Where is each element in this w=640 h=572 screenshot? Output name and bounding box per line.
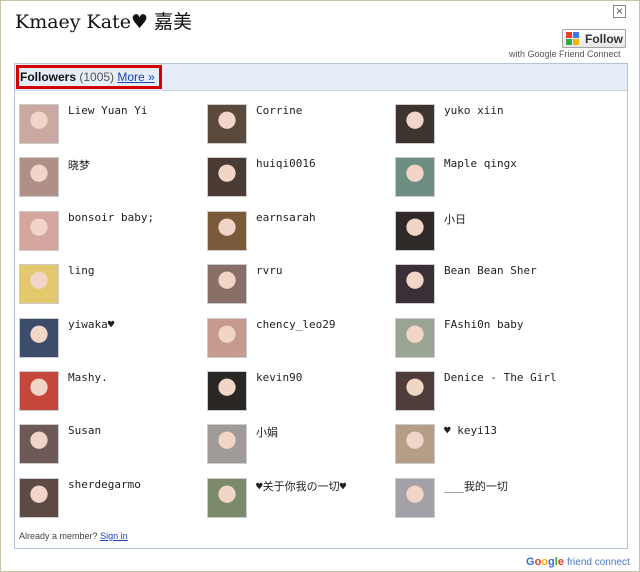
follower-item[interactable]: bonsoir baby; [19, 210, 199, 255]
follower-item[interactable]: FAshi0n baby [395, 317, 575, 362]
follower-item[interactable]: ♥ keyi13 [395, 424, 575, 468]
follower-avatar[interactable] [395, 371, 435, 411]
follower-name[interactable]: 小日 [444, 211, 466, 227]
follower-avatar[interactable] [395, 317, 435, 358]
with-gfc-text: with Google Friend Connect [509, 49, 621, 59]
follower-name[interactable]: sherdegarmo [68, 478, 141, 491]
follower-name[interactable]: ♥关于你我の一切♥ [256, 478, 346, 494]
follower-avatar[interactable] [19, 477, 59, 518]
follower-item[interactable]: ___我的一切 [395, 477, 575, 522]
follower-avatar[interactable] [395, 264, 435, 305]
follower-avatar[interactable] [207, 264, 247, 305]
follower-name[interactable]: Bean Bean Sher [444, 264, 537, 277]
page-title: Kmaey Kate♥ 嘉美 [15, 11, 193, 33]
follower-item[interactable]: yiwaka♥ [19, 317, 199, 362]
followers-count: (1005) [79, 70, 115, 84]
follower-avatar[interactable] [19, 317, 59, 358]
follower-name[interactable]: Susan [68, 424, 101, 437]
followers-title: Followers (1005) More » [20, 70, 155, 84]
google-letter: e [557, 556, 564, 568]
follower-item[interactable]: 晓梦 [19, 157, 199, 201]
already-member: Already a member? Sign in [19, 531, 128, 541]
follower-name[interactable]: yiwaka♥ [68, 318, 114, 331]
follower-avatar[interactable] [207, 210, 247, 251]
follower-item[interactable]: ling [19, 264, 199, 308]
gadget-frame: Kmaey Kate♥ 嘉美 × Follow with Google Frie… [0, 0, 640, 572]
follower-name[interactable]: FAshi0n baby [444, 318, 523, 331]
follower-name[interactable]: rvru [256, 264, 283, 277]
followers-panel: Followers (1005) More » Liew Yuan Yi Corr… [14, 63, 628, 549]
follower-avatar[interactable] [19, 104, 59, 144]
follower-name[interactable]: ___我的一切 [444, 478, 508, 494]
google-logo: Google [526, 556, 564, 568]
follower-avatar[interactable] [19, 264, 59, 305]
follower-name[interactable]: Corrine [256, 104, 302, 117]
follower-item[interactable]: ♥关于你我の一切♥ [207, 477, 387, 522]
follower-name[interactable]: 小娟 [256, 424, 278, 440]
follower-name[interactable]: ling [68, 264, 95, 277]
google-letter: G [526, 556, 535, 568]
follower-avatar[interactable] [207, 477, 247, 518]
follower-avatar[interactable] [207, 104, 247, 144]
follower-name[interactable]: 晓梦 [68, 157, 90, 173]
follower-item[interactable]: Bean Bean Sher [395, 264, 575, 308]
follower-name[interactable]: ♥ keyi13 [444, 424, 497, 437]
already-member-text: Already a member? [19, 531, 98, 541]
follower-item[interactable]: Mashy. [19, 371, 199, 415]
follower-item[interactable]: Denice - The Girl [395, 371, 575, 415]
follower-item[interactable]: huiqi0016 [207, 157, 387, 201]
followers-header: Followers (1005) More » [15, 64, 627, 91]
follower-item[interactable]: Maple qingx [395, 157, 575, 201]
close-icon[interactable]: × [613, 5, 626, 18]
follower-avatar[interactable] [395, 104, 435, 144]
sign-in-link[interactable]: Sign in [100, 531, 128, 541]
friend-connect-text: friend connect [566, 557, 630, 568]
followers-label: Followers [20, 70, 77, 84]
follower-item[interactable]: Liew Yuan Yi [19, 104, 199, 148]
follower-item[interactable]: 小娟 [207, 424, 387, 468]
follow-label: Follow [585, 31, 623, 46]
follower-name[interactable]: yuko xiin [444, 104, 504, 117]
follower-name[interactable]: Denice - The Girl [444, 371, 557, 384]
follower-avatar[interactable] [207, 317, 247, 358]
follower-item[interactable]: rvru [207, 264, 387, 308]
follower-item[interactable]: Corrine [207, 104, 387, 148]
follower-item[interactable]: chency_leo29 [207, 317, 387, 362]
follower-avatar[interactable] [395, 477, 435, 518]
follower-item[interactable]: 小日 [395, 210, 575, 255]
follower-avatar[interactable] [19, 371, 59, 411]
follower-avatar[interactable] [19, 157, 59, 198]
follower-name[interactable]: chency_leo29 [256, 318, 335, 331]
follower-item[interactable]: kevin90 [207, 371, 387, 415]
follower-item[interactable]: yuko xiin [395, 104, 575, 148]
more-link[interactable]: More » [117, 70, 154, 84]
follower-name[interactable]: bonsoir baby; [68, 211, 154, 224]
follower-avatar[interactable] [395, 424, 435, 465]
follower-name[interactable]: Maple qingx [444, 157, 517, 170]
follower-avatar[interactable] [207, 424, 247, 465]
follower-avatar[interactable] [395, 157, 435, 198]
follower-avatar[interactable] [207, 371, 247, 411]
follower-name[interactable]: kevin90 [256, 371, 302, 384]
google-friend-connect-brand: Google friend connect [526, 556, 630, 568]
follower-avatar[interactable] [19, 210, 59, 251]
google-letter: g [548, 556, 555, 568]
follower-item[interactable]: sherdegarmo [19, 477, 199, 522]
follower-name[interactable]: Mashy. [68, 371, 108, 384]
follower-avatar[interactable] [19, 424, 59, 465]
follower-item[interactable]: Susan [19, 424, 199, 468]
follower-name[interactable]: earnsarah [256, 211, 316, 224]
follower-item[interactable]: earnsarah [207, 210, 387, 255]
follow-button[interactable]: Follow [562, 29, 626, 48]
follower-name[interactable]: Liew Yuan Yi [68, 104, 147, 117]
follower-avatar[interactable] [395, 210, 435, 251]
friend-connect-icon [566, 32, 579, 45]
follower-name[interactable]: huiqi0016 [256, 157, 316, 170]
follower-avatar[interactable] [207, 157, 247, 198]
